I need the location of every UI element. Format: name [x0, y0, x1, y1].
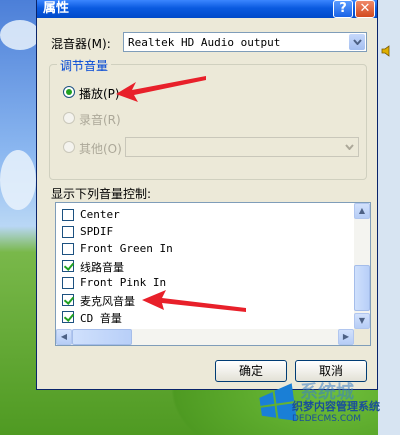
side-panel [378, 0, 400, 435]
checkbox[interactable] [62, 260, 74, 272]
list-item-label: Front Green In [80, 242, 173, 255]
chevron-down-icon[interactable] [349, 34, 365, 50]
horizontal-scrollbar[interactable]: ◀ ▶ [56, 329, 354, 345]
checkbox[interactable] [62, 277, 74, 289]
scroll-right-icon[interactable]: ▶ [338, 329, 354, 345]
checkbox[interactable] [62, 209, 74, 221]
list-item-label: 麦克风音量 [80, 295, 135, 308]
scrollbar-corner [354, 329, 370, 345]
controls-label: 显示下列音量控制: [51, 187, 152, 201]
list-item-label: Center [80, 208, 120, 221]
title-bar[interactable]: 属性 ? ✕ [37, 0, 377, 18]
chevron-down-icon[interactable] [341, 139, 357, 155]
list-item-label: SPDIF [80, 225, 114, 238]
mixer-label: 混音器(M): [51, 37, 111, 51]
volume-controls-list[interactable]: Center SPDIF Front Green In 线路音量 Front P… [55, 202, 371, 346]
checkbox[interactable] [62, 226, 74, 238]
watermark-line2: DEDECMS.COM [292, 414, 361, 424]
list-item-label: 线路音量 [80, 261, 124, 274]
volume-group-title: 调节音量 [57, 57, 112, 74]
scroll-up-icon[interactable]: ▲ [354, 203, 370, 219]
list-item-label: CD 音量 [80, 312, 122, 325]
scroll-down-icon[interactable]: ▼ [354, 313, 370, 329]
checkbox[interactable] [62, 311, 74, 323]
other-device-select[interactable] [125, 137, 359, 157]
checkbox[interactable] [62, 294, 74, 306]
radio-recording-label[interactable]: 录音(R) [79, 111, 121, 128]
vertical-scroll-thumb[interactable] [354, 265, 370, 311]
properties-dialog: 属性 ? ✕ 混音器(M): Realtek HD Audio output 调… [36, 0, 378, 390]
window-title: 属性 [43, 1, 70, 16]
checkbox[interactable] [62, 243, 74, 255]
cloud [0, 20, 40, 50]
radio-playback-label[interactable]: 播放(P) [79, 85, 120, 102]
speaker-icon[interactable] [381, 44, 395, 58]
list-item-label: Front Pink In [80, 276, 167, 289]
watermark-line1: 织梦内容管理系统 [292, 400, 380, 413]
radio-recording[interactable] [63, 112, 75, 124]
radio-playback[interactable] [63, 86, 75, 98]
help-button[interactable]: ? [333, 0, 353, 18]
radio-other-label[interactable]: 其他(O) [79, 140, 122, 157]
cloud [0, 150, 36, 210]
mixer-select[interactable]: Realtek HD Audio output [123, 32, 367, 52]
scroll-left-icon[interactable]: ◀ [56, 329, 72, 345]
radio-other[interactable] [63, 141, 75, 153]
mixer-select-value: Realtek HD Audio output [128, 36, 281, 49]
horizontal-scroll-thumb[interactable] [72, 329, 132, 345]
close-button[interactable]: ✕ [355, 0, 375, 18]
vertical-scrollbar[interactable]: ▲ ▼ [354, 203, 370, 329]
